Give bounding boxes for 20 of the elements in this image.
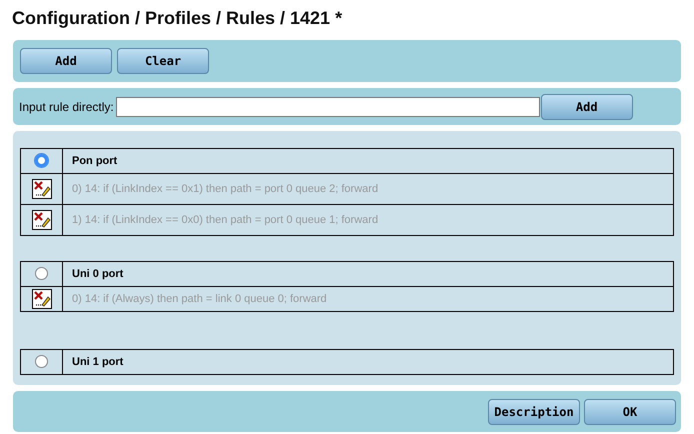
port-name: Uni 1 port bbox=[62, 350, 674, 374]
action-button[interactable]: Description bbox=[488, 398, 580, 424]
radio-button[interactable] bbox=[35, 355, 48, 368]
rule-text: 0) 14: if (Always) then path = link 0 queue 0; forward bbox=[62, 286, 674, 312]
input-label: Input rule directly: bbox=[19, 98, 114, 116]
edit-icon[interactable] bbox=[32, 178, 52, 199]
port-name: Pon port bbox=[62, 148, 674, 174]
rule-text: 0) 14: if (LinkIndex == 0x1) then path = port 0 queue 2; forward bbox=[62, 174, 674, 204]
action-button[interactable]: OK bbox=[584, 398, 676, 424]
edit-icon[interactable] bbox=[32, 210, 52, 230]
radio-button[interactable] bbox=[35, 267, 48, 280]
action-button[interactable]: Add bbox=[540, 94, 633, 120]
rule-input-field[interactable] bbox=[116, 96, 540, 116]
radio-button[interactable] bbox=[35, 154, 48, 168]
page-title: Configuration / Profiles / Rules / 1421 * bbox=[11, 7, 344, 30]
action-button[interactable]: Add bbox=[20, 48, 112, 74]
edit-icon[interactable] bbox=[32, 288, 52, 309]
port-name: Uni 0 port bbox=[62, 262, 674, 286]
rule-text: 1) 14: if (LinkIndex == 0x0) then path = port 0 queue 1; forward bbox=[62, 204, 674, 236]
action-button[interactable]: Clear bbox=[117, 48, 209, 74]
